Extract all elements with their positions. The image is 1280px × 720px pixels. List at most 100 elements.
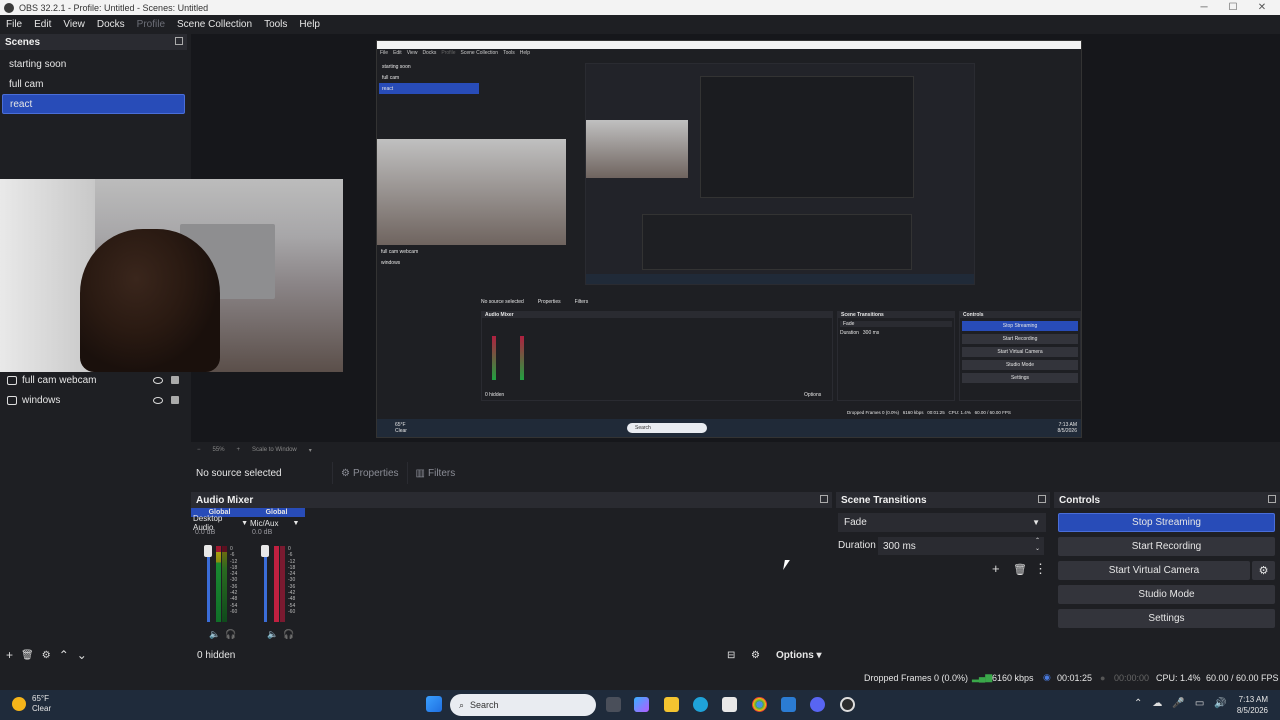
menu-docks[interactable]: Docks — [91, 19, 131, 30]
minimize-button[interactable]: ─ — [1190, 0, 1218, 15]
volume-fader-track[interactable] — [207, 546, 210, 622]
store-icon[interactable] — [722, 697, 737, 712]
scene-filters-button[interactable]: ⚙ — [42, 650, 51, 661]
nested-titlebar — [377, 41, 1081, 49]
scene-item-react[interactable]: react — [2, 94, 185, 114]
transition-menu-icon[interactable]: ⋮ — [1034, 561, 1047, 577]
undock-icon[interactable] — [175, 37, 183, 45]
chevron-down-icon[interactable]: ▾ — [309, 447, 312, 454]
scene-transitions-title-label: Scene Transitions — [841, 494, 927, 506]
weather-widget[interactable]: 65°F Clear — [12, 694, 51, 714]
remove-scene-button[interactable]: 🗑 — [21, 650, 34, 661]
speaker-icon[interactable]: 🔈 — [267, 629, 278, 640]
layout-toggle-icon[interactable]: ⊟ — [727, 650, 735, 661]
volume-fader-track[interactable] — [264, 546, 267, 622]
discord-icon[interactable] — [810, 697, 825, 712]
system-tray: ⌃ ☁ 🎤 ▭ 🔊 — [1134, 698, 1227, 709]
file-explorer-icon[interactable] — [664, 697, 679, 712]
stop-streaming-button[interactable]: Stop Streaming — [1058, 513, 1275, 532]
nested-nested-preview — [700, 76, 914, 198]
lock-icon[interactable] — [171, 396, 179, 404]
menu-profile[interactable]: Profile — [131, 19, 171, 30]
settings-button[interactable]: Settings — [1058, 609, 1275, 628]
search-icon: ⌕ — [459, 699, 465, 710]
menu-file[interactable]: File — [0, 19, 28, 30]
filters-label: Filters — [428, 467, 456, 479]
network-icon[interactable]: ▭ — [1195, 698, 1204, 709]
nested-nested-docks — [642, 214, 912, 270]
spinner-arrows-icon[interactable]: ⌃ ⌄ — [1035, 537, 1040, 553]
move-scene-up-button[interactable]: ⌃ — [59, 648, 69, 662]
undock-icon[interactable] — [1038, 495, 1046, 503]
volume-fader-handle[interactable] — [204, 545, 212, 557]
menu-view[interactable]: View — [57, 19, 91, 30]
lock-icon[interactable] — [171, 376, 179, 384]
volume-fader-handle[interactable] — [261, 545, 269, 557]
scene-item-full-cam[interactable]: full cam — [2, 74, 185, 94]
webcam-feed-image — [0, 179, 343, 372]
photos-icon[interactable] — [781, 697, 796, 712]
advanced-audio-icon[interactable]: ⚙ — [751, 650, 760, 661]
duration-input[interactable]: 300 ms ⌃ ⌄ — [878, 537, 1044, 555]
speaker-icon[interactable]: 🔈 — [209, 629, 220, 640]
channel-device-select[interactable]: Mic/Aux ▼ — [248, 517, 305, 529]
scale-mode-select[interactable]: Scale to Window — [252, 447, 297, 453]
cloud-icon[interactable]: ☁ — [1152, 698, 1162, 709]
nested-properties-bar: No source selected Properties Filters — [481, 296, 1081, 308]
obs-taskbar-icon[interactable] — [840, 697, 855, 712]
transition-select[interactable]: Fade ▼ — [838, 513, 1046, 532]
source-label: full cam webcam — [22, 374, 97, 386]
obs-app-icon — [4, 2, 14, 13]
headphones-icon[interactable]: 🎧 — [225, 629, 236, 640]
nested-menu-item: Edit — [393, 50, 402, 56]
channel-device-select[interactable]: Desktop Audio ▼ — [191, 514, 248, 532]
headphones-icon[interactable]: 🎧 — [283, 629, 294, 640]
scene-transitions-dock: Scene Transitions Fade ▼ Duration 300 ms… — [836, 492, 1050, 644]
scenes-toolbar: + 🗑 ⚙ ⌃ ⌄ — [0, 646, 187, 664]
options-button[interactable]: Options ▾ — [776, 650, 822, 661]
taskbar-search-box[interactable]: ⌕ Search — [450, 694, 596, 716]
menu-edit[interactable]: Edit — [28, 19, 57, 30]
scene-item-starting-soon[interactable]: starting soon — [2, 54, 185, 74]
taskbar-clock[interactable]: 7:13 AM 8/5/2026 — [1237, 694, 1268, 716]
nested-audio-mixer: Audio Mixer 0 hidden Options — [481, 311, 833, 401]
source-item-full-cam-webcam[interactable]: full cam webcam — [0, 370, 187, 390]
studio-mode-button[interactable]: Studio Mode — [1058, 585, 1275, 604]
start-recording-button[interactable]: Start Recording — [1058, 537, 1275, 556]
zoom-in-button[interactable]: + — [237, 447, 241, 453]
maximize-button[interactable]: ☐ — [1219, 0, 1247, 15]
status-bar: Dropped Frames 0 (0.0%) ▂▄▆ 6160 kbps ◉ … — [0, 668, 1280, 687]
nested-scene-item: full cam — [382, 74, 400, 81]
chrome-icon[interactable] — [752, 697, 767, 712]
remove-transition-icon[interactable]: 🗑 — [1013, 563, 1027, 576]
visibility-eye-icon[interactable] — [153, 396, 163, 404]
volume-icon[interactable]: 🔊 — [1214, 698, 1226, 709]
undock-icon[interactable] — [820, 495, 828, 503]
menu-scene-collection[interactable]: Scene Collection — [171, 19, 258, 30]
visibility-eye-icon[interactable] — [153, 376, 163, 384]
add-transition-icon[interactable]: + — [992, 561, 1000, 576]
filters-button[interactable]: ▥ Filters — [406, 462, 464, 484]
edge-browser-icon[interactable] — [693, 697, 708, 712]
virtual-camera-settings-gear-icon[interactable]: ⚙ — [1252, 561, 1275, 580]
menu-help[interactable]: Help — [293, 19, 326, 30]
nested-filters-label: Filters — [574, 299, 589, 305]
windows-start-icon[interactable] — [426, 696, 442, 712]
nested-menu-item: File — [380, 50, 389, 56]
undock-icon[interactable] — [1268, 495, 1276, 503]
properties-button[interactable]: ⚙ Properties — [332, 462, 407, 484]
copilot-icon[interactable] — [634, 697, 649, 712]
start-virtual-camera-button[interactable]: Start Virtual Camera — [1058, 561, 1250, 580]
source-item-windows[interactable]: windows — [0, 390, 187, 410]
zoom-out-button[interactable]: − — [197, 447, 201, 453]
nested-menu-item: Help — [519, 50, 531, 56]
move-scene-down-button[interactable]: ⌄ — [77, 648, 87, 662]
microphone-icon[interactable]: 🎤 — [1172, 698, 1184, 709]
close-button[interactable]: ✕ — [1248, 0, 1276, 15]
add-scene-button[interactable]: + — [6, 648, 13, 662]
tray-chevron-up-icon[interactable]: ⌃ — [1134, 698, 1142, 709]
menu-tools[interactable]: Tools — [258, 19, 293, 30]
nested-preview-inner — [586, 64, 974, 284]
preview-nested-obs-capture: File Edit View Docks Profile Scene Colle… — [376, 40, 1082, 438]
task-view-icon[interactable] — [606, 697, 621, 712]
